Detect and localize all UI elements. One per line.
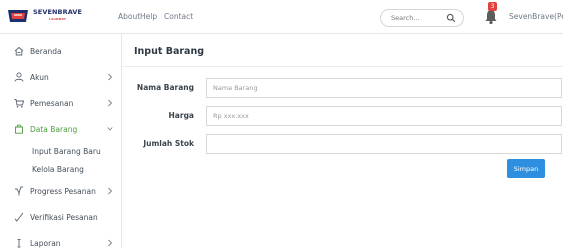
nav-link-contact[interactable]: Contact: [164, 12, 193, 21]
sidebar-item-label: Akun: [30, 73, 49, 82]
title-divider: [122, 66, 563, 67]
check-icon: [14, 212, 24, 222]
sidebar-item-laporan[interactable]: Laporan: [0, 233, 122, 248]
nama-barang-label: Nama Barang: [136, 83, 194, 92]
search-input[interactable]: Search...: [391, 14, 420, 22]
sidebar-item-data-barang[interactable]: Data Barang: [0, 119, 122, 139]
sidebar-item-progress-pesanan[interactable]: Progress Pesanan: [0, 181, 122, 201]
user-icon: [14, 72, 24, 82]
chevron-right-icon: [108, 187, 113, 195]
chevron-right-icon: [108, 239, 113, 247]
harga-input[interactable]: [206, 106, 562, 126]
sidebar-item-label: Pemesanan: [30, 99, 74, 108]
nav-link-help[interactable]: Help: [140, 12, 157, 21]
user-menu[interactable]: SevenBrave(Pemilik: [509, 12, 563, 21]
progress-icon: [15, 186, 23, 196]
sidebar-item-label: Data Barang: [30, 125, 78, 134]
sidebar-item-label: Beranda: [30, 47, 62, 56]
save-button[interactable]: Simpan: [507, 159, 545, 178]
logo-icon: [8, 10, 28, 22]
sidebar: Beranda Akun Pemesanan Data Barang Input…: [0, 34, 122, 248]
sidebar-item-label: Laporan: [30, 239, 61, 248]
submenu-item-kelola-barang[interactable]: Kelola Barang: [32, 165, 84, 174]
brand-subtitle: LAUNDRY: [48, 17, 67, 21]
report-icon: [17, 239, 21, 248]
search-icon[interactable]: [446, 13, 456, 23]
brand-name: SEVENBRAVE LAUNDRY: [33, 8, 83, 22]
jumlah-stok-input[interactable]: [206, 134, 562, 154]
sidebar-item-label: Progress Pesanan: [30, 187, 96, 196]
brand-logo[interactable]: SEVENBRAVE LAUNDRY: [6, 8, 84, 24]
search-box[interactable]: Search...: [380, 9, 464, 27]
sidebar-item-verifikasi-pesanan[interactable]: Verifikasi Pesanan: [0, 207, 122, 227]
nav-link-about[interactable]: About: [118, 12, 140, 21]
chevron-right-icon: [108, 99, 113, 107]
sidebar-item-label: Verifikasi Pesanan: [30, 213, 98, 222]
chevron-right-icon: [108, 73, 113, 81]
sidebar-item-pemesanan[interactable]: Pemesanan: [0, 93, 122, 113]
top-navbar: SEVENBRAVE LAUNDRY About Help Contact Se…: [0, 0, 563, 34]
home-icon: [14, 46, 24, 56]
sidebar-item-akun[interactable]: Akun: [0, 67, 122, 87]
bag-icon: [15, 124, 23, 134]
main-content: Input Barang Nama Barang Harga Jumlah St…: [122, 34, 563, 248]
submenu-item-input-barang-baru[interactable]: Input Barang Baru: [32, 147, 101, 156]
jumlah-stok-label: Jumlah Stok: [143, 139, 194, 148]
page-title: Input Barang: [134, 46, 205, 57]
notification-badge: 3: [488, 2, 497, 11]
harga-label: Harga: [168, 111, 194, 120]
sidebar-item-beranda[interactable]: Beranda: [0, 41, 122, 61]
cart-icon: [14, 99, 24, 108]
nama-barang-input[interactable]: [206, 78, 562, 98]
chevron-down-icon: [107, 127, 113, 131]
